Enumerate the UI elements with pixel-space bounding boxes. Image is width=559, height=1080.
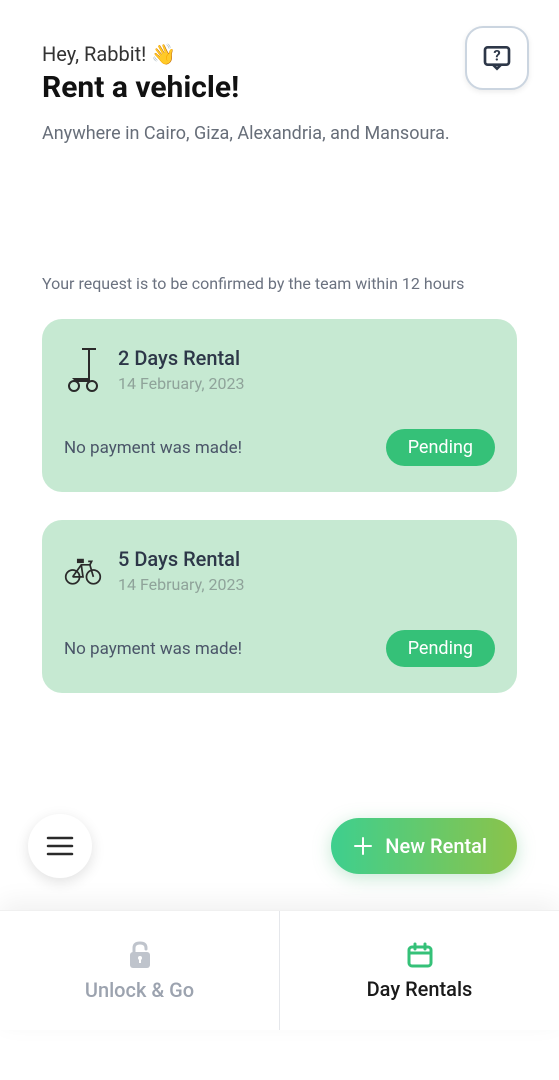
rental-card[interactable]: 2 Days Rental 14 February, 2023 No payme… — [42, 319, 517, 492]
card-footer: No payment was made! Pending — [64, 429, 495, 466]
nav-tab-day-rentals[interactable]: Day Rentals — [280, 911, 559, 1030]
new-rental-label: New Rental — [385, 834, 487, 858]
lock-icon — [127, 940, 153, 970]
help-button[interactable]: ? — [465, 26, 529, 90]
nav-label-day-rentals: Day Rentals — [367, 977, 473, 1001]
status-badge: Pending — [386, 630, 495, 667]
menu-button[interactable] — [28, 814, 92, 878]
nav-label-unlock: Unlock & Go — [85, 978, 194, 1002]
new-rental-button[interactable]: New Rental — [331, 818, 517, 874]
status-badge: Pending — [386, 429, 495, 466]
payment-status: No payment was made! — [64, 639, 242, 659]
header: Hey, Rabbit! 👋 Rent a vehicle! Anywhere … — [0, 0, 559, 144]
bottom-nav: Unlock & Go Day Rentals — [0, 910, 559, 1030]
rental-date: 14 February, 2023 — [118, 575, 244, 594]
payment-status: No payment was made! — [64, 438, 242, 458]
rental-card[interactable]: 5 Days Rental 14 February, 2023 No payme… — [42, 520, 517, 693]
rental-title: 2 Days Rental — [118, 346, 244, 370]
confirmation-notice: Your request is to be confirmed by the t… — [42, 274, 517, 293]
subtitle-text: Anywhere in Cairo, Giza, Alexandria, and… — [42, 123, 517, 144]
help-chat-icon: ? — [481, 42, 513, 74]
content-area: Your request is to be confirmed by the t… — [0, 274, 559, 693]
rental-title: 5 Days Rental — [118, 547, 244, 571]
nav-tab-unlock[interactable]: Unlock & Go — [0, 911, 280, 1030]
action-row: New Rental — [0, 814, 559, 878]
card-header: 2 Days Rental 14 February, 2023 — [64, 345, 495, 393]
bicycle-icon — [64, 546, 102, 594]
page-title: Rent a vehicle! — [42, 70, 517, 105]
card-footer: No payment was made! Pending — [64, 630, 495, 667]
card-header: 5 Days Rental 14 February, 2023 — [64, 546, 495, 594]
hamburger-icon — [46, 835, 74, 857]
rental-date: 14 February, 2023 — [118, 374, 244, 393]
scooter-icon — [64, 345, 102, 393]
plus-icon — [353, 836, 373, 856]
greeting-text: Hey, Rabbit! 👋 — [42, 42, 517, 66]
calendar-icon — [406, 941, 434, 969]
svg-text:?: ? — [493, 47, 500, 65]
